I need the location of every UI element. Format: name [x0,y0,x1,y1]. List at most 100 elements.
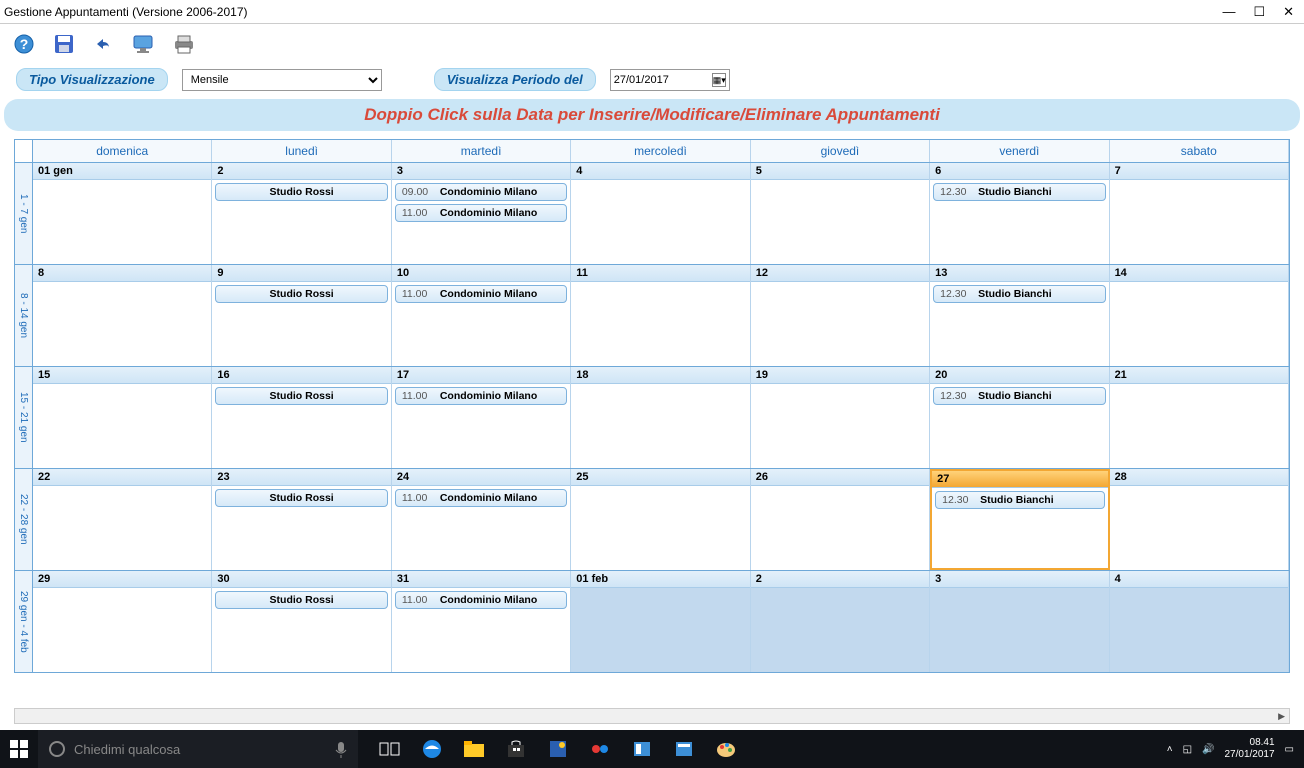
appointments-container: 12.30Studio Bianchi [930,180,1108,204]
screen-button[interactable] [130,30,158,58]
day-cell[interactable]: 14 [1110,265,1289,366]
day-cell[interactable]: 16Studio Rossi [212,367,391,468]
tray-clock[interactable]: 08.41 27/01/2017 [1224,737,1274,761]
horizontal-scrollbar[interactable]: ▶ [14,708,1290,724]
day-cell[interactable]: 1711.00Condominio Milano [392,367,571,468]
store-icon[interactable] [504,737,528,761]
day-cell[interactable]: 01 feb [571,571,750,672]
appointment[interactable]: 11.00Condominio Milano [395,591,567,609]
app-icon-4[interactable] [672,737,696,761]
print-button[interactable] [170,30,198,58]
day-cell[interactable]: 19 [751,367,930,468]
appointment[interactable]: 09.00Condominio Milano [395,183,567,201]
appointment[interactable]: 12.30Studio Bianchi [933,183,1105,201]
appointment[interactable]: Studio Rossi [215,285,387,303]
day-cell[interactable]: 18 [571,367,750,468]
day-cell[interactable]: 12 [751,265,930,366]
minimize-button[interactable]: — [1222,4,1235,20]
day-cell[interactable]: 3111.00Condominio Milano [392,571,571,672]
day-cell[interactable]: 612.30Studio Bianchi [930,163,1109,264]
view-mode-select[interactable]: Mensile [182,69,382,91]
day-cell[interactable]: 2012.30Studio Bianchi [930,367,1109,468]
volume-icon[interactable]: 🔊 [1202,744,1214,755]
day-cell[interactable]: 15 [33,367,212,468]
day-cell[interactable]: 01 gen [33,163,212,264]
day-cell[interactable]: 7 [1110,163,1289,264]
day-cell[interactable]: 25 [571,469,750,570]
save-button[interactable] [50,30,78,58]
date-label: 10 [392,265,570,282]
appointment[interactable]: 12.30Studio Bianchi [935,491,1104,509]
day-cell[interactable]: 10 11.00Condominio Milano [392,265,571,366]
day-cell[interactable]: 4 [1110,571,1289,672]
appointments-container [1110,282,1288,288]
day-cell[interactable]: 24 11.00Condominio Milano [392,469,571,570]
day-cell[interactable]: 29 [33,571,212,672]
day-cell[interactable]: 26 [751,469,930,570]
appointment[interactable]: Studio Rossi [215,489,387,507]
date-label: 14 [1110,265,1288,282]
app-icon-2[interactable] [588,737,612,761]
day-cell[interactable]: 11 [571,265,750,366]
explorer-icon[interactable] [462,737,486,761]
day-cell[interactable]: 2 [751,571,930,672]
day-cell[interactable]: 22 [33,469,212,570]
undo-button[interactable] [90,30,118,58]
day-cell[interactable]: 4 [571,163,750,264]
week-label: 29 gen - 4 feb [15,571,33,672]
app-icon-1[interactable] [546,737,570,761]
view-controls: Tipo Visualizzazione Mensile Visualizza … [0,64,1304,97]
appointments-container [1110,384,1288,390]
appointment[interactable]: 11.00Condominio Milano [395,204,567,222]
day-cell[interactable]: 28 [1110,469,1289,570]
appointment[interactable]: 11.00Condominio Milano [395,387,567,405]
appointment[interactable]: 11.00Condominio Milano [395,489,567,507]
search-placeholder: Chiedimi qualcosa [74,742,180,757]
edge-icon[interactable] [420,737,444,761]
day-cell[interactable]: 2712.30Studio Bianchi [930,469,1109,570]
day-cell[interactable]: 21 [1110,367,1289,468]
tray-chevron-icon[interactable]: ˄ [1167,744,1173,755]
appointment[interactable]: 12.30Studio Bianchi [933,285,1105,303]
date-picker[interactable]: 27/01/2017 ▦▾ [610,69,730,91]
appointment[interactable]: Studio Rossi [215,183,387,201]
appointment-label: Studio Rossi [270,390,334,402]
appointments-container [751,384,929,390]
appointment[interactable]: 11.00Condominio Milano [395,285,567,303]
day-cell[interactable]: 23Studio Rossi [212,469,391,570]
appointment-label: Condominio Milano [440,207,537,219]
network-icon[interactable]: ◱ [1183,744,1192,755]
date-label: 22 [33,469,211,486]
appointment-time: 12.30 [940,288,970,300]
date-label: 01 gen [33,163,211,180]
start-button[interactable] [0,730,38,768]
day-cell[interactable]: 9Studio Rossi [212,265,391,366]
appointment[interactable]: Studio Rossi [215,387,387,405]
day-cell[interactable]: 3 [930,571,1109,672]
day-cell[interactable]: 309.00Condominio Milano11.00Condominio M… [392,163,571,264]
appointment[interactable]: 12.30Studio Bianchi [933,387,1105,405]
date-label: 29 [33,571,211,588]
appointments-container [571,282,749,288]
paint-icon[interactable] [714,737,738,761]
appointments-container: 12.30Studio Bianchi [930,384,1108,408]
app-icon-3[interactable] [630,737,654,761]
date-label: 19 [751,367,929,384]
week-label: 15 - 21 gen [15,367,33,468]
day-cell[interactable]: 2Studio Rossi [212,163,391,264]
appointments-container [751,180,929,186]
notifications-icon[interactable]: ▭ [1285,744,1294,755]
day-header: giovedì [751,140,930,162]
cortana-search[interactable]: Chiedimi qualcosa [38,730,358,768]
day-cell[interactable]: 5 [751,163,930,264]
date-label: 24 [392,469,570,486]
day-cell[interactable]: 30Studio Rossi [212,571,391,672]
appointment[interactable]: Studio Rossi [215,591,387,609]
help-button[interactable]: ? [10,30,38,58]
taskview-icon[interactable] [378,737,402,761]
maximize-button[interactable]: ☐ [1253,4,1265,20]
tray-time: 08.41 [1224,737,1274,749]
day-cell[interactable]: 8 [33,265,212,366]
day-cell[interactable]: 1312.30Studio Bianchi [930,265,1109,366]
close-button[interactable]: ✕ [1283,4,1294,20]
